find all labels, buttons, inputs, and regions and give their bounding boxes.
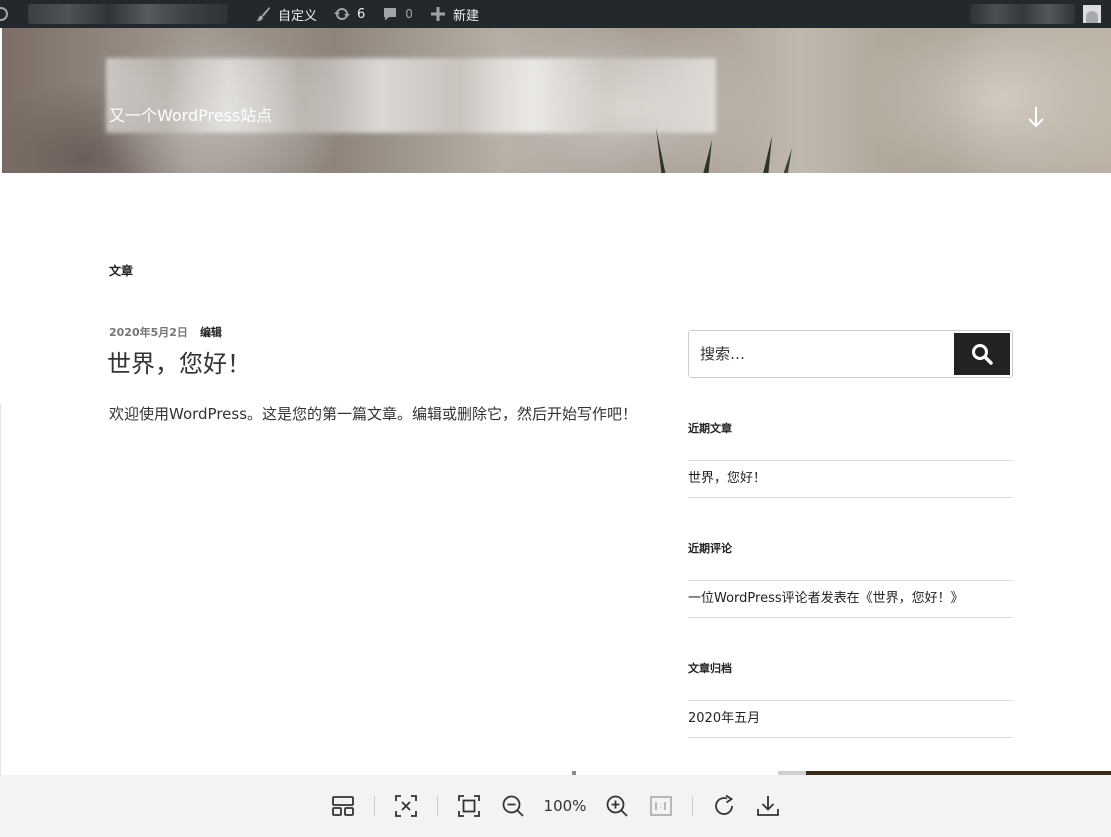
recent-posts-list: 世界，您好！ bbox=[688, 460, 1013, 498]
archives-title: 文章归档 bbox=[688, 662, 732, 675]
post-date-link[interactable]: 2020年5月2日 bbox=[109, 324, 188, 340]
user-name-redacted[interactable] bbox=[970, 4, 1075, 24]
customize-button[interactable]: 自定义 bbox=[246, 0, 325, 28]
fit-screen-button[interactable] bbox=[389, 789, 423, 823]
image-viewer-toolbar: 100% bbox=[0, 775, 1111, 837]
rotate-icon bbox=[715, 794, 734, 815]
paintbrush-icon bbox=[254, 5, 272, 23]
scroll-down-arrow-icon[interactable] bbox=[1024, 104, 1048, 130]
comments-count: 0 bbox=[405, 7, 413, 21]
updates-count: 6 bbox=[357, 6, 366, 22]
layout-icon bbox=[331, 796, 354, 816]
zoom-in-button[interactable] bbox=[600, 789, 634, 823]
recent-comments-list: 一位WordPress评论者发表在《世界，您好！》 bbox=[688, 580, 1013, 618]
search-button[interactable] bbox=[954, 333, 1010, 375]
archive-title: 文章 bbox=[109, 264, 134, 278]
download-button[interactable] bbox=[751, 789, 785, 823]
zoom-in-icon bbox=[607, 795, 629, 817]
site-name-redacted[interactable] bbox=[28, 4, 228, 24]
recent-post-link[interactable]: 世界，您好！ bbox=[688, 461, 1013, 497]
updates-button[interactable]: 6 bbox=[325, 0, 373, 28]
rotate-button[interactable] bbox=[707, 789, 741, 823]
recent-comment-link[interactable]: 一位WordPress评论者发表在《世界，您好！》 bbox=[688, 581, 1013, 617]
search-icon bbox=[972, 344, 993, 365]
original-size-button[interactable] bbox=[644, 789, 678, 823]
search-input[interactable] bbox=[689, 331, 954, 377]
toolbar-divider bbox=[373, 796, 375, 816]
updates-icon bbox=[333, 5, 351, 23]
download-icon bbox=[757, 796, 780, 816]
archives-list: 2020年五月 bbox=[688, 700, 1013, 738]
post-content: 欢迎使用WordPress。这是您的第一篇文章。编辑或删除它，然后开始写作吧！ bbox=[109, 405, 638, 423]
zoom-out-button[interactable] bbox=[496, 789, 530, 823]
search-form bbox=[688, 330, 1013, 378]
archive-month-link[interactable]: 2020年五月 bbox=[688, 701, 1013, 737]
frame-icon bbox=[457, 795, 480, 817]
site-header: 又一个WordPress站点 bbox=[2, 28, 1111, 173]
site-tagline: 又一个WordPress站点 bbox=[109, 106, 273, 125]
customize-label: 自定义 bbox=[278, 8, 318, 24]
actual-frame-button[interactable] bbox=[452, 789, 486, 823]
layout-button[interactable] bbox=[326, 789, 360, 823]
wordpress-logo-icon[interactable] bbox=[0, 0, 18, 28]
recent-comments-title: 近期评论 bbox=[688, 542, 732, 555]
plus-icon bbox=[429, 5, 447, 23]
comments-button[interactable]: 0 bbox=[373, 0, 421, 28]
post-title-link[interactable]: 世界，您好！ bbox=[107, 344, 251, 379]
zoom-level: 100% bbox=[543, 797, 587, 815]
plant-decoration bbox=[656, 128, 792, 173]
comment-bubble-icon bbox=[381, 5, 399, 23]
one-to-one-icon bbox=[650, 796, 673, 816]
edit-post-link[interactable]: 编辑 bbox=[200, 324, 222, 340]
fit-screen-icon bbox=[394, 795, 417, 817]
toolbar-divider bbox=[436, 796, 438, 816]
new-content-button[interactable]: 新建 bbox=[421, 0, 487, 28]
admin-bar: 自定义 6 0 新建 bbox=[0, 0, 1111, 28]
toolbar-divider bbox=[692, 796, 694, 816]
new-label: 新建 bbox=[452, 8, 479, 24]
zoom-out-icon bbox=[502, 795, 524, 817]
viewer-left-edge bbox=[0, 404, 9, 775]
avatar[interactable] bbox=[1083, 5, 1101, 23]
recent-posts-title: 近期文章 bbox=[688, 422, 732, 435]
post-meta: 2020年5月2日 编辑 bbox=[109, 324, 222, 340]
